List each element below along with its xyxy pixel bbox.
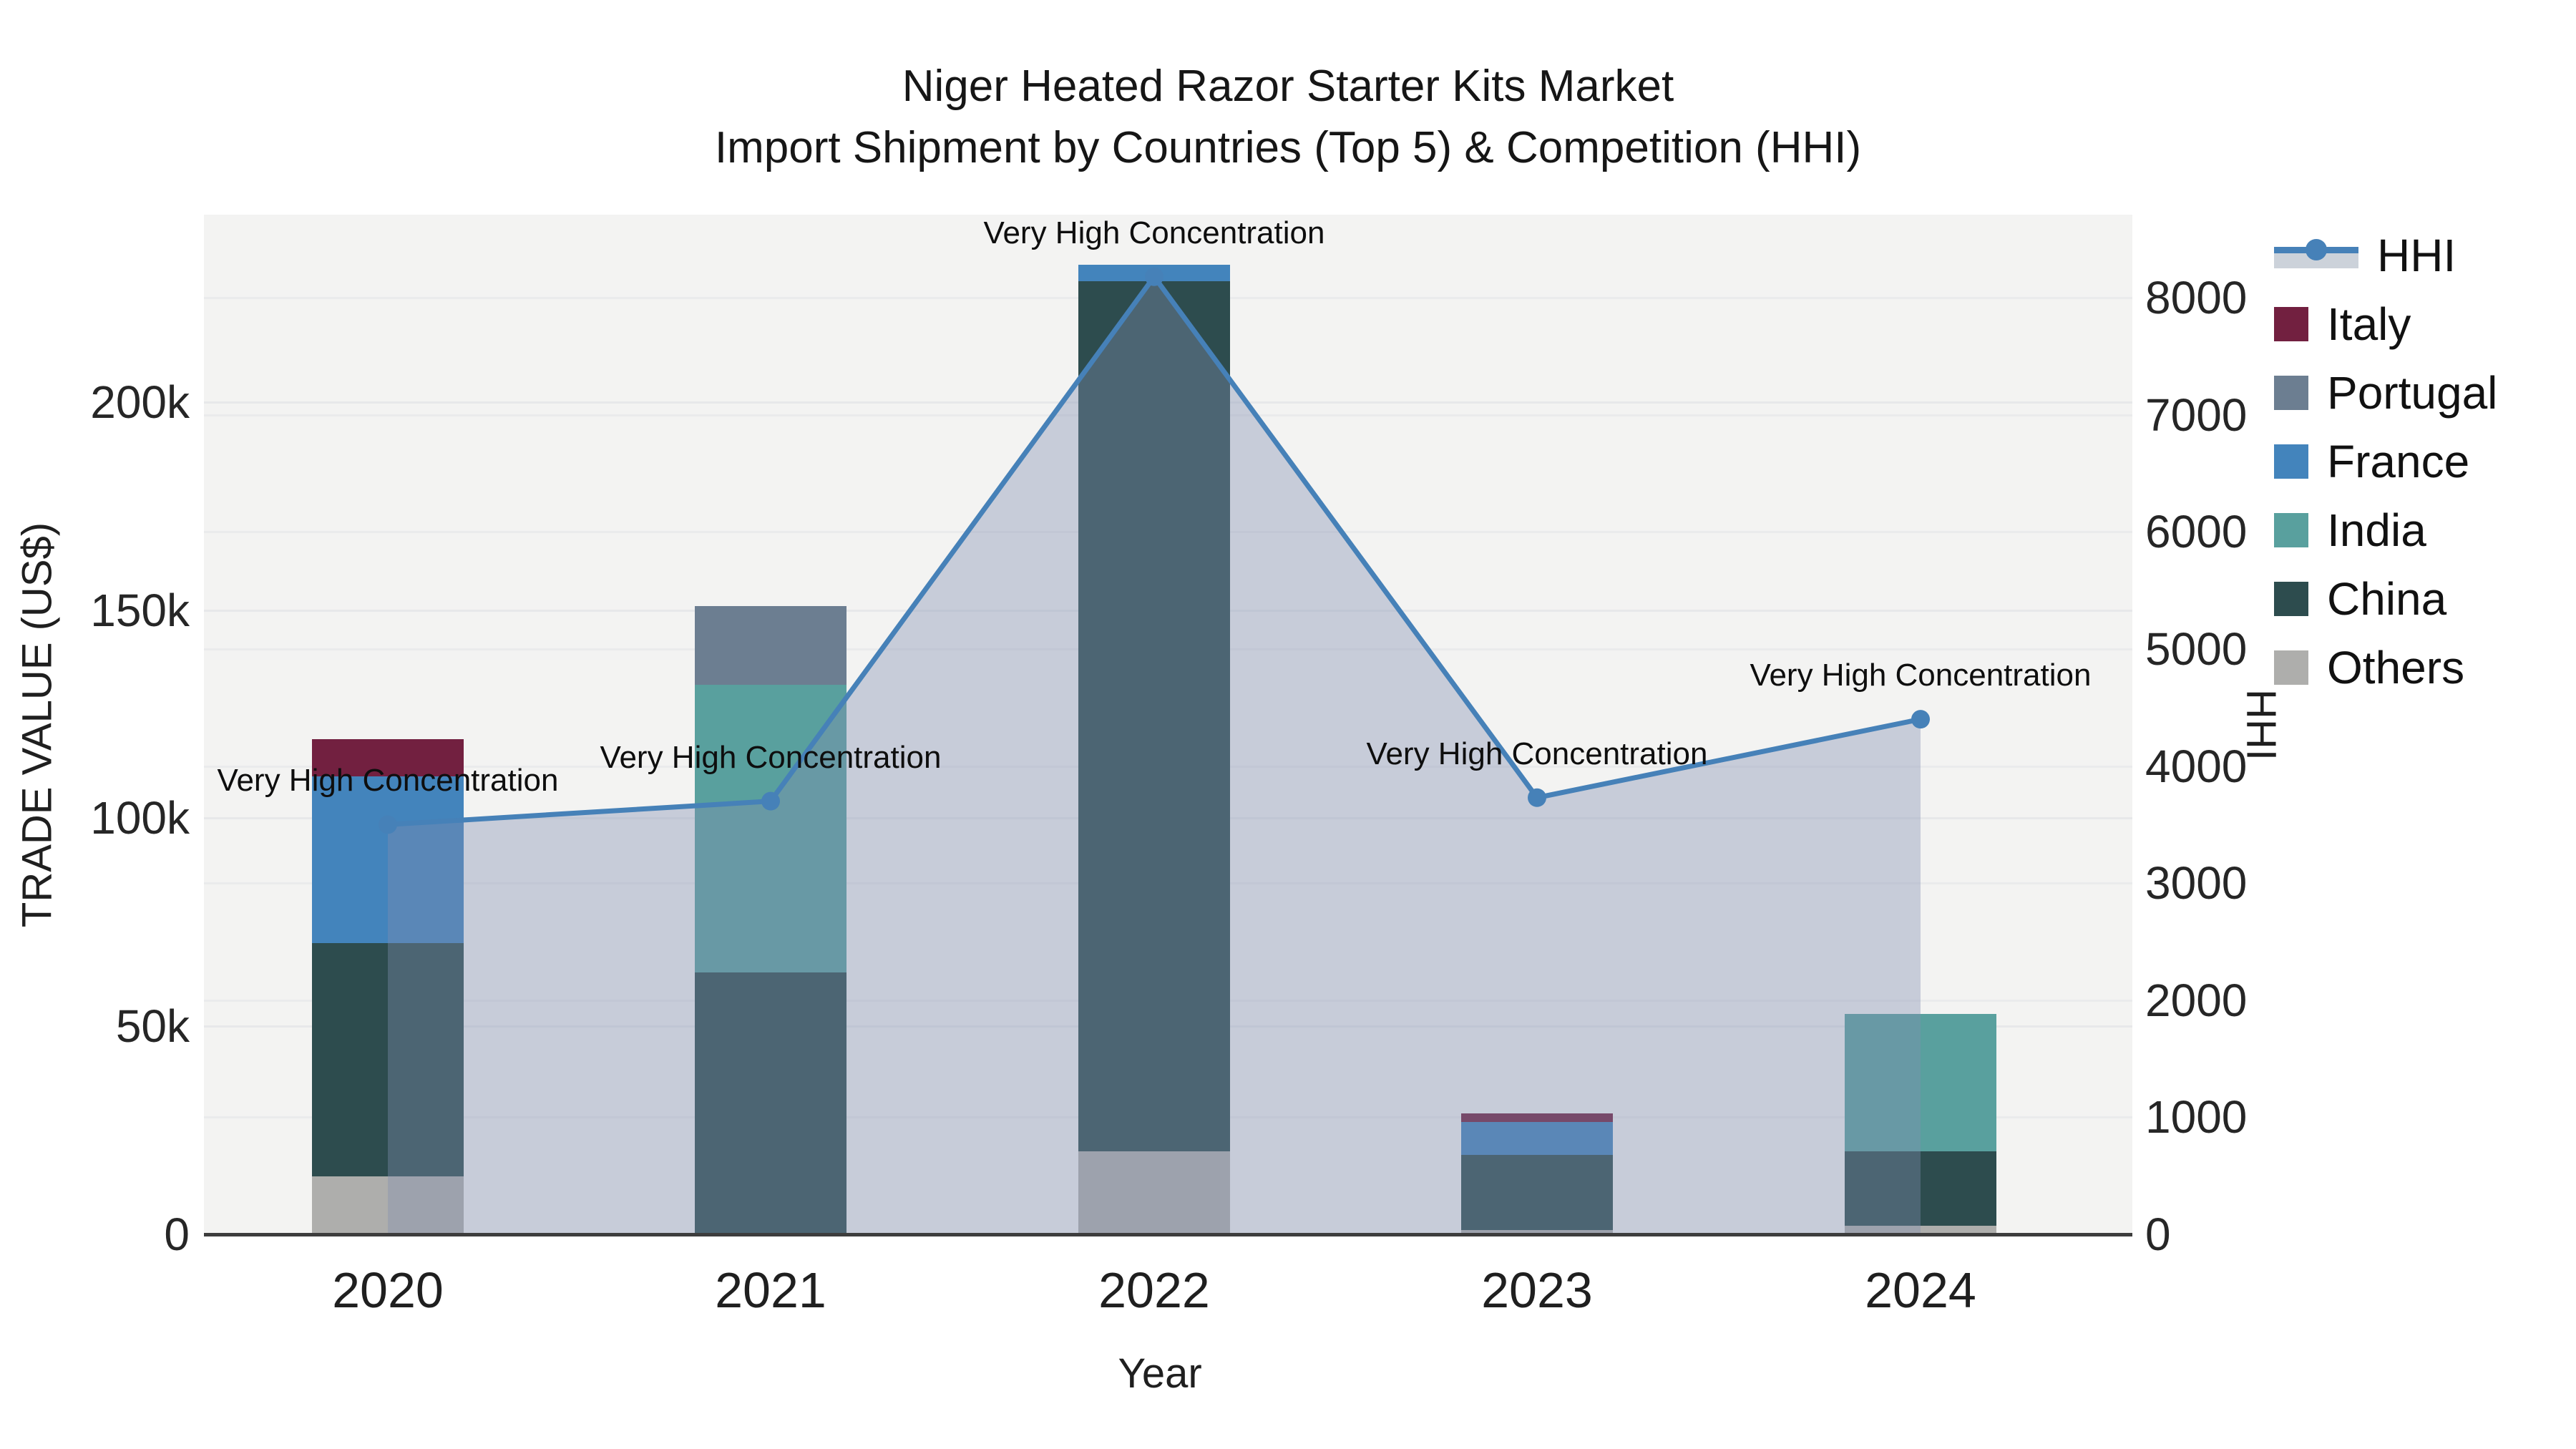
annotation-2024: Very High Concentration	[1750, 658, 2092, 693]
annotation-2021: Very High Concentration	[600, 739, 942, 775]
y-left-tick-200k: 200k	[90, 376, 190, 428]
legend-swatch-france	[2274, 444, 2308, 479]
x-tick-label-2024: 2024	[1865, 1262, 1976, 1318]
legend-label-italy: Italy	[2327, 298, 2411, 350]
hhi-legend-swatch	[2274, 239, 2358, 270]
hhi-marker-2021[interactable]	[761, 791, 780, 811]
legend-item-hhi[interactable]: HHI	[2274, 230, 2497, 280]
legend-swatch-china	[2274, 582, 2308, 616]
legend-swatch-india	[2274, 513, 2308, 547]
y-right-tick-2000: 2000	[2145, 974, 2248, 1026]
hhi-marker-2023[interactable]	[1528, 788, 1546, 807]
legend-label-india: India	[2327, 504, 2426, 556]
hhi-marker-2024[interactable]	[1911, 710, 1930, 729]
x-axis-line	[204, 1233, 2132, 1236]
y-right-tick-3000: 3000	[2145, 857, 2248, 909]
y-left-tick-0: 0	[164, 1209, 190, 1260]
legend-item-china[interactable]: China	[2274, 574, 2497, 624]
hhi-legend-marker	[2306, 239, 2327, 260]
x-tick-label-2022: 2022	[1098, 1262, 1210, 1318]
legend-item-italy[interactable]: Italy	[2274, 299, 2497, 349]
legend-swatch-italy	[2274, 307, 2308, 341]
y-right-axis-title: HHI	[2238, 688, 2285, 761]
annotation-2020: Very High Concentration	[217, 763, 559, 799]
x-tick-label-2020: 2020	[332, 1262, 444, 1318]
y-right-tick-1000: 1000	[2145, 1091, 2248, 1143]
annotation-2022: Very High Concentration	[983, 215, 1325, 250]
legend-item-others[interactable]: Others	[2274, 643, 2497, 693]
y-right-tick-0: 0	[2145, 1209, 2171, 1260]
legend: HHI Italy Portugal France India China Others	[2274, 230, 2497, 693]
hhi-marker-2020[interactable]	[379, 815, 397, 834]
x-tick-label-2021: 2021	[715, 1262, 826, 1318]
legend-label-france: France	[2327, 436, 2470, 487]
x-axis-title: Year	[1118, 1350, 1202, 1397]
legend-label-others: Others	[2327, 642, 2465, 693]
legend-item-france[interactable]: France	[2274, 436, 2497, 487]
legend-item-india[interactable]: India	[2274, 505, 2497, 555]
legend-label-hhi: HHI	[2377, 230, 2457, 281]
legend-swatch-others	[2274, 650, 2308, 685]
hhi-marker-2022[interactable]	[1145, 267, 1163, 286]
legend-label-portugal: Portugal	[2327, 367, 2498, 419]
y-left-tick-50k: 50k	[115, 1000, 190, 1053]
legend-swatch-portugal	[2274, 376, 2308, 410]
chart-figure: Niger Heated Razor Starter Kits Market I…	[0, 0, 2576, 1449]
y-left-axis-title: TRADE VALUE (US$)	[14, 522, 61, 927]
legend-label-china: China	[2327, 573, 2447, 625]
annotation-2023: Very High Concentration	[1366, 736, 1708, 771]
x-tick-label-2023: 2023	[1481, 1262, 1593, 1318]
legend-item-portugal[interactable]: Portugal	[2274, 368, 2497, 418]
